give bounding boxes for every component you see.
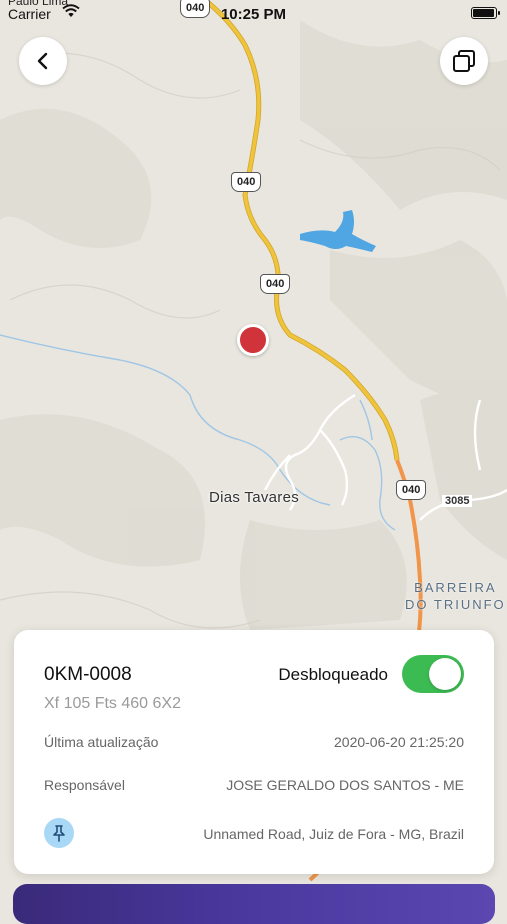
road-shield: 040 xyxy=(396,480,427,500)
last-update-label: Última atualização xyxy=(44,734,159,750)
battery-icon xyxy=(471,7,500,19)
town-label-dias-tavares: Dias Tavares xyxy=(209,489,300,506)
status-bar: Paulo Lima Carrier 10:25 PM xyxy=(0,0,507,30)
road-shield: 040 xyxy=(231,172,262,192)
toggle-knob xyxy=(429,658,461,690)
vehicle-location-marker[interactable] xyxy=(237,324,269,356)
route-number: 3085 xyxy=(442,495,473,507)
lock-status-toggle[interactable] xyxy=(402,655,464,693)
status-time: 10:25 PM xyxy=(220,6,287,23)
vehicle-info-card: 0KM-0008 Xf 105 Fts 460 6X2 Desbloqueado… xyxy=(14,630,494,874)
lock-status-label: Desbloqueado xyxy=(278,665,388,684)
town-label-barreira: BARREIRA DO TRIUNFO xyxy=(405,579,506,613)
vehicle-id: 0KM-0008 xyxy=(44,664,132,685)
chevron-left-icon xyxy=(37,52,48,70)
last-update-value: 2020-06-20 21:25:20 xyxy=(334,734,464,750)
responsible-label: Responsável xyxy=(44,777,125,793)
back-button[interactable] xyxy=(19,37,67,85)
responsible-value: JOSE GERALDO DOS SANTOS - ME xyxy=(226,777,464,793)
bottom-action-bar[interactable] xyxy=(13,884,495,924)
town-label-line: DO TRIUNFO xyxy=(405,597,506,612)
pin-button[interactable] xyxy=(44,818,74,848)
copy-layers-icon xyxy=(453,50,475,72)
town-label-line: BARREIRA xyxy=(414,580,497,595)
vehicle-model: Xf 105 Fts 460 6X2 xyxy=(44,695,181,712)
pin-icon xyxy=(53,825,65,842)
battery-fill xyxy=(473,9,494,17)
vehicle-address: Unnamed Road, Juiz de Fora - MG, Brazil xyxy=(203,826,464,842)
road-shield: 040 xyxy=(260,274,291,294)
map-layers-button[interactable] xyxy=(440,37,488,85)
